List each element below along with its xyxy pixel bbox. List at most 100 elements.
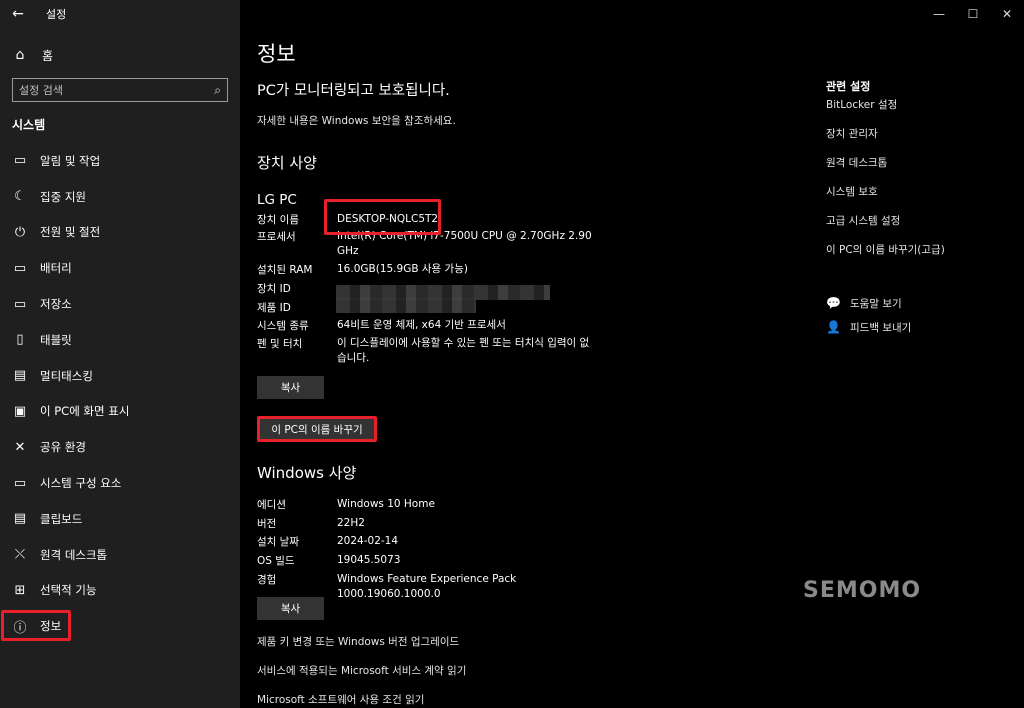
sidebar-item-label: 이 PC에 화면 표시: [40, 404, 130, 419]
copy-windows-button[interactable]: 복사: [257, 597, 324, 620]
spec-value: 64비트 운영 체제, x64 기반 프로세서: [337, 319, 506, 331]
pc-name: LG PC: [257, 192, 297, 208]
back-arrow-icon[interactable]: ←: [0, 0, 36, 28]
sidebar-item-label: 공유 환경: [40, 440, 86, 455]
sidebar-item[interactable]: ⤬ 원격 데스크톱: [0, 537, 240, 573]
multitask-icon: ▤: [13, 368, 27, 384]
window-controls: — ☐ ✕: [922, 0, 1024, 28]
sidebar-item[interactable]: ▤ 멀티태스킹: [0, 358, 240, 394]
sidebar-item[interactable]: ⏻ 전원 및 절전: [0, 215, 240, 251]
related-link[interactable]: 고급 시스템 설정: [826, 213, 945, 242]
spec-key: 제품 ID: [257, 302, 291, 314]
windows-specs-heading: Windows 사양: [257, 464, 357, 482]
close-icon[interactable]: ✕: [990, 0, 1024, 28]
features-icon: ⊞: [14, 582, 26, 598]
spec-value: Windows 10 Home: [337, 498, 435, 510]
license-terms-link[interactable]: Microsoft 소프트웨어 사용 조건 읽기: [257, 692, 424, 707]
battery-icon: ▭: [13, 260, 27, 276]
spec-key: 장치 이름: [257, 214, 299, 226]
clipboard-icon: ▤: [13, 511, 27, 527]
spec-key: 시스템 종류: [257, 320, 309, 332]
remote-icon: ⤬: [14, 547, 26, 563]
related-settings-title: 관련 설정: [826, 80, 871, 93]
related-link[interactable]: 장치 관리자: [826, 126, 945, 155]
sidebar-item[interactable]: ▭ 알림 및 작업: [0, 143, 240, 179]
spec-key: 설치 날짜: [257, 536, 299, 548]
sidebar-item-label: 집중 지원: [40, 189, 86, 204]
related-link[interactable]: 원격 데스크톱: [826, 155, 945, 184]
spec-key: 장치 ID: [257, 283, 291, 295]
section-label: 시스템: [12, 118, 46, 132]
help-section: 💬 도움말 보기 👤 피드백 보내기: [826, 291, 911, 339]
watermark: SEMOMO: [803, 578, 922, 603]
notification-icon: ▭: [13, 153, 27, 169]
sidebar-item[interactable]: ✕ 공유 환경: [0, 429, 240, 465]
sidebar-item[interactable]: ▣ 이 PC에 화면 표시: [0, 394, 240, 430]
feedback-icon: 👤: [826, 320, 841, 334]
sidebar-item-label: 알림 및 작업: [40, 153, 101, 168]
search-icon[interactable]: ⌕: [214, 83, 221, 98]
moon-icon: ☾: [14, 189, 26, 205]
titlebar: ← 설정: [0, 0, 240, 28]
sidebar-item[interactable]: ▭ 저장소: [0, 286, 240, 322]
sidebar-item[interactable]: ⊞ 선택적 기능: [0, 573, 240, 609]
sidebar-item-label: 선택적 기능: [40, 583, 97, 598]
active-highlight: [1, 610, 71, 642]
sidebar-item-label: 시스템 구성 요소: [40, 476, 122, 491]
sidebar-item-label: 원격 데스크톱: [40, 547, 108, 562]
sidebar-item-label: 전원 및 절전: [40, 225, 101, 240]
minimize-icon[interactable]: —: [922, 0, 956, 28]
help-link[interactable]: 💬 도움말 보기: [826, 291, 911, 315]
feedback-label: 피드백 보내기: [850, 321, 912, 334]
help-label: 도움말 보기: [850, 297, 902, 310]
spec-value: 2024-02-14: [337, 535, 399, 547]
protection-status: PC가 모니터링되고 보호됩니다.: [257, 83, 450, 99]
related-link[interactable]: 시스템 보호: [826, 184, 945, 213]
rename-pc-button[interactable]: 이 PC의 이름 바꾸기: [257, 416, 377, 442]
spec-value: 이 디스플레이에 사용할 수 있는 펜 또는 터치식 입력이 없습니다.: [337, 337, 590, 364]
sidebar-item[interactable]: ▯ 태블릿: [0, 322, 240, 358]
power-icon: ⏻: [14, 224, 26, 240]
spec-value: 22H2: [337, 517, 365, 529]
spec-key: 프로세서: [257, 231, 296, 243]
spec-key: OS 빌드: [257, 555, 295, 567]
search-box[interactable]: ⌕: [12, 78, 228, 102]
related-settings: BitLocker 설정 장치 관리자 원격 데스크톱 시스템 보호 고급 시스템 설정…: [826, 97, 945, 271]
sidebar-item[interactable]: ▭ 배터리: [0, 250, 240, 286]
spec-value: 16.0GB(15.9GB 사용 가능): [337, 263, 468, 275]
redacted-product-id: [336, 298, 476, 313]
home-label: 홈: [42, 48, 54, 63]
project-icon: ▣: [13, 403, 27, 419]
protection-detail: 자세한 내용은 Windows 보안을 참조하세요.: [257, 115, 456, 127]
upgrade-link[interactable]: 제품 키 변경 또는 Windows 버전 업그레이드: [257, 634, 459, 649]
home-link[interactable]: ⌂ 홈: [12, 44, 54, 66]
sidebar-item-label: 저장소: [40, 297, 72, 312]
home-icon: ⌂: [15, 47, 25, 63]
sidebar-item[interactable]: ☾ 집중 지원: [0, 179, 240, 215]
device-name-highlight: [324, 199, 441, 235]
search-input[interactable]: [19, 83, 215, 97]
sidebar-item-label: 태블릿: [40, 332, 72, 347]
spec-key: 설치된 RAM: [257, 264, 313, 276]
services-agreement-link[interactable]: 서비스에 적용되는 Microsoft 서비스 계약 읽기: [257, 663, 466, 678]
related-link[interactable]: 이 PC의 이름 바꾸기(고급): [826, 242, 945, 271]
maximize-icon[interactable]: ☐: [956, 0, 990, 28]
app-title: 설정: [46, 8, 67, 21]
device-specs-heading: 장치 사양: [257, 154, 317, 172]
sidebar-nav: ▭ 알림 및 작업 ☾ 집중 지원 ⏻ 전원 및 절전 ▭ 배터리 ▭ 저장소 ▯ 태블릿 ▤ 멀티태스킹…: [0, 143, 240, 644]
related-link[interactable]: BitLocker 설정: [826, 97, 945, 126]
spec-value: Windows Feature Experience Pack 1000.190…: [337, 573, 517, 600]
help-icon: 💬: [826, 296, 841, 310]
main-content: — ☐ ✕ 정보 PC가 모니터링되고 보호됩니다. 자세한 내용은 Windo…: [240, 0, 1024, 708]
spec-key: 펜 및 터치: [257, 338, 303, 350]
spec-key: 에디션: [257, 499, 286, 511]
copy-device-button[interactable]: 복사: [257, 376, 324, 399]
sidebar-item[interactable]: ▤ 클립보드: [0, 501, 240, 537]
sidebar-item[interactable]: ▭ 시스템 구성 요소: [0, 465, 240, 501]
sidebar: ← 설정 ⌂ 홈 ⌕ 시스템 ▭ 알림 및 작업 ☾ 집중 지원 ⏻ 전원 및 절전 ▭ 배터…: [0, 0, 240, 708]
feedback-link[interactable]: 👤 피드백 보내기: [826, 315, 911, 339]
spec-key: 경험: [257, 574, 277, 586]
sidebar-item[interactable]: ⓘ 정보: [0, 608, 240, 644]
sidebar-item-label: 클립보드: [40, 511, 83, 526]
page-title: 정보: [257, 42, 296, 66]
